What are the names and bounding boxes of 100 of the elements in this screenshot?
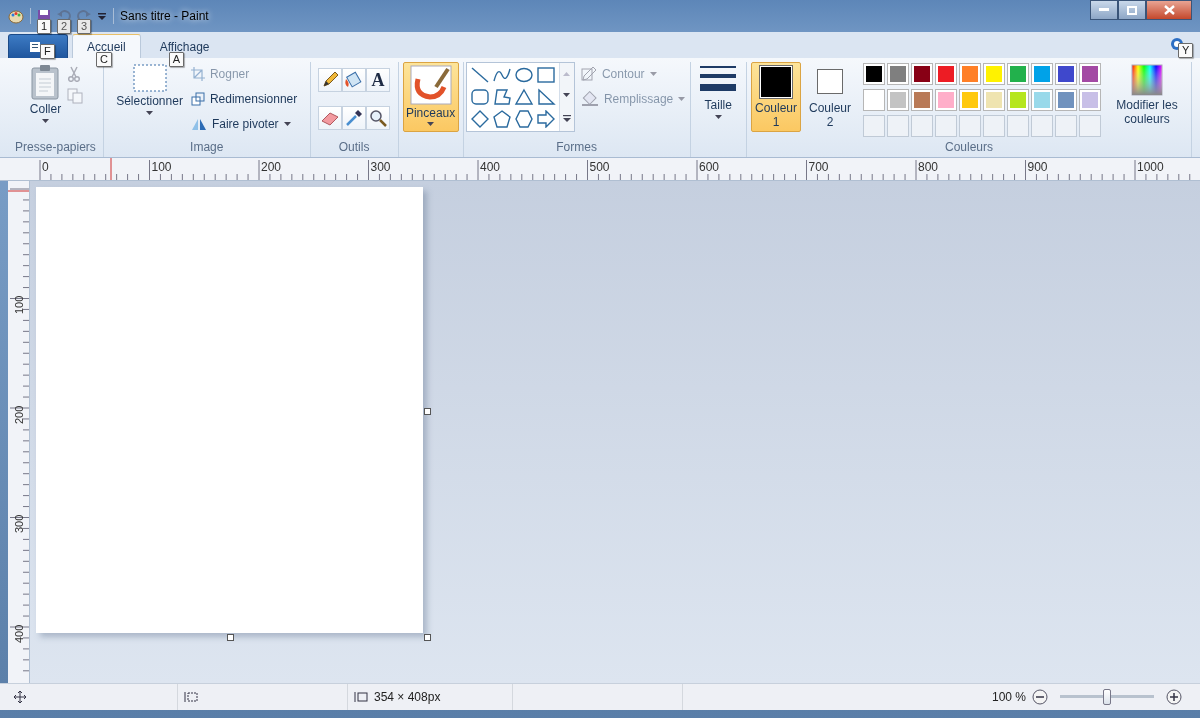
picker-tool-button[interactable] [342, 105, 367, 130]
palette-swatch[interactable] [983, 89, 1005, 111]
hexagon-shape-icon[interactable] [513, 110, 534, 128]
color-1-button[interactable]: Couleur 1 [751, 62, 801, 132]
empty-swatch[interactable] [935, 115, 957, 137]
empty-swatch[interactable] [911, 115, 933, 137]
caret-icon [283, 122, 291, 126]
pentagon-shape-icon[interactable] [491, 110, 512, 128]
empty-swatch[interactable] [1007, 115, 1029, 137]
ruler-label: 1000 [1136, 159, 1165, 176]
palette-swatch[interactable] [887, 89, 909, 111]
empty-swatch[interactable] [959, 115, 981, 137]
expand-gallery-icon[interactable] [562, 115, 571, 123]
palette-swatch[interactable] [1007, 89, 1029, 111]
scroll-down-icon[interactable] [563, 93, 571, 98]
zoom-in-button[interactable] [1166, 689, 1182, 705]
clipboard-icon [30, 64, 61, 100]
close-button[interactable] [1146, 0, 1192, 20]
palette-swatch[interactable] [863, 89, 885, 111]
rounded-rectangle-shape-icon[interactable] [469, 88, 490, 106]
line-shape-icon[interactable] [469, 66, 490, 84]
palette-swatch[interactable] [863, 63, 885, 85]
palette-swatch[interactable] [983, 63, 1005, 85]
palette-swatch[interactable] [935, 89, 957, 111]
right-triangle-shape-icon[interactable] [535, 88, 556, 106]
oval-shape-icon[interactable] [513, 66, 534, 84]
move-cursor-icon [14, 691, 26, 703]
diamond-shape-icon[interactable] [469, 110, 490, 128]
minimize-icon [1099, 8, 1109, 12]
triangle-shape-icon[interactable] [513, 88, 534, 106]
selection-size-icon [184, 691, 198, 703]
resize-handle[interactable] [227, 634, 234, 641]
arrow-shape-icon[interactable] [535, 110, 556, 128]
zoom-level-text: 100 % [991, 690, 1026, 704]
keytip-tooltip: F [40, 44, 55, 59]
caret-icon [678, 97, 686, 101]
palette-swatch[interactable] [1031, 63, 1053, 85]
dashed-rectangle-icon [132, 64, 167, 92]
palette-swatch[interactable] [1079, 89, 1101, 111]
ruler-label: 600 [698, 159, 721, 176]
ruler-label: 200 [260, 159, 283, 176]
zoom-out-button[interactable] [1032, 689, 1048, 705]
ruler-label: 900 [1026, 159, 1049, 176]
palette-swatch[interactable] [911, 89, 933, 111]
color-spectrum-icon [1131, 64, 1163, 96]
resize-icon [190, 92, 205, 106]
ruler-label: 200 [12, 404, 25, 426]
rectangle-shape-icon[interactable] [535, 66, 556, 84]
empty-swatch[interactable] [1055, 115, 1077, 137]
empty-swatch[interactable] [887, 115, 909, 137]
palette-swatch[interactable] [935, 63, 957, 85]
pencil-tool-button[interactable] [318, 68, 343, 92]
brush-icon [409, 65, 452, 105]
empty-swatch[interactable] [1079, 115, 1101, 137]
image-command-button[interactable]: Redimensionner [188, 87, 300, 111]
paste-button[interactable]: Coller [27, 62, 64, 139]
brushes-button[interactable]: Pinceaux [402, 62, 459, 132]
ruler-label: 300 [12, 513, 25, 536]
ruler-label: 300 [369, 159, 392, 176]
group-label: Formes [556, 139, 597, 156]
curve-shape-icon[interactable] [491, 66, 512, 84]
palette-swatch[interactable] [1007, 63, 1029, 85]
maximize-button[interactable] [1118, 0, 1146, 20]
palette-icon [8, 8, 24, 24]
customize-dropdown-icon[interactable] [97, 11, 107, 21]
rotate-icon [190, 117, 207, 131]
palette-swatch[interactable] [887, 63, 909, 85]
minimize-button[interactable] [1090, 0, 1118, 20]
keytip-tooltip: 2 [57, 19, 72, 34]
resize-handle[interactable] [424, 634, 431, 641]
caret-icon [649, 72, 657, 76]
palette-swatch[interactable] [1055, 63, 1077, 85]
palette-swatch[interactable] [911, 63, 933, 85]
eyedropper-icon [345, 108, 364, 127]
palette-swatch[interactable] [1079, 63, 1101, 85]
text-tool-button[interactable]: A [366, 68, 391, 92]
keytip-tooltip: Y [1178, 42, 1194, 58]
ruler-label: 0 [41, 159, 50, 176]
eraser-tool-button[interactable] [318, 105, 343, 130]
polygon-shape-icon[interactable] [491, 88, 512, 106]
empty-swatch[interactable] [863, 115, 885, 137]
edit-colors-button[interactable]: Modifier les couleurs [1107, 62, 1187, 139]
group-label: Image [190, 139, 224, 156]
palette-swatch[interactable] [1031, 89, 1053, 111]
magnifier-tool-button[interactable] [366, 105, 391, 130]
resize-handle[interactable] [424, 408, 431, 415]
palette-swatch[interactable] [1055, 89, 1077, 111]
size-button[interactable]: Taille [698, 62, 739, 121]
keytip-tooltip: C [96, 52, 112, 67]
zoom-slider-thumb[interactable] [1103, 689, 1111, 705]
empty-swatch[interactable] [983, 115, 1005, 137]
color-2-button[interactable]: Couleur 2 [805, 62, 855, 132]
image-command-button[interactable]: Faire pivoter [188, 112, 300, 136]
palette-swatch[interactable] [959, 89, 981, 111]
empty-swatch[interactable] [1031, 115, 1053, 137]
group-label: Couleurs [944, 139, 993, 156]
color-label: Couleur 1 [754, 101, 797, 129]
palette-swatch[interactable] [959, 63, 981, 85]
pencil-icon [321, 71, 340, 89]
fill-tool-button[interactable] [342, 68, 367, 92]
